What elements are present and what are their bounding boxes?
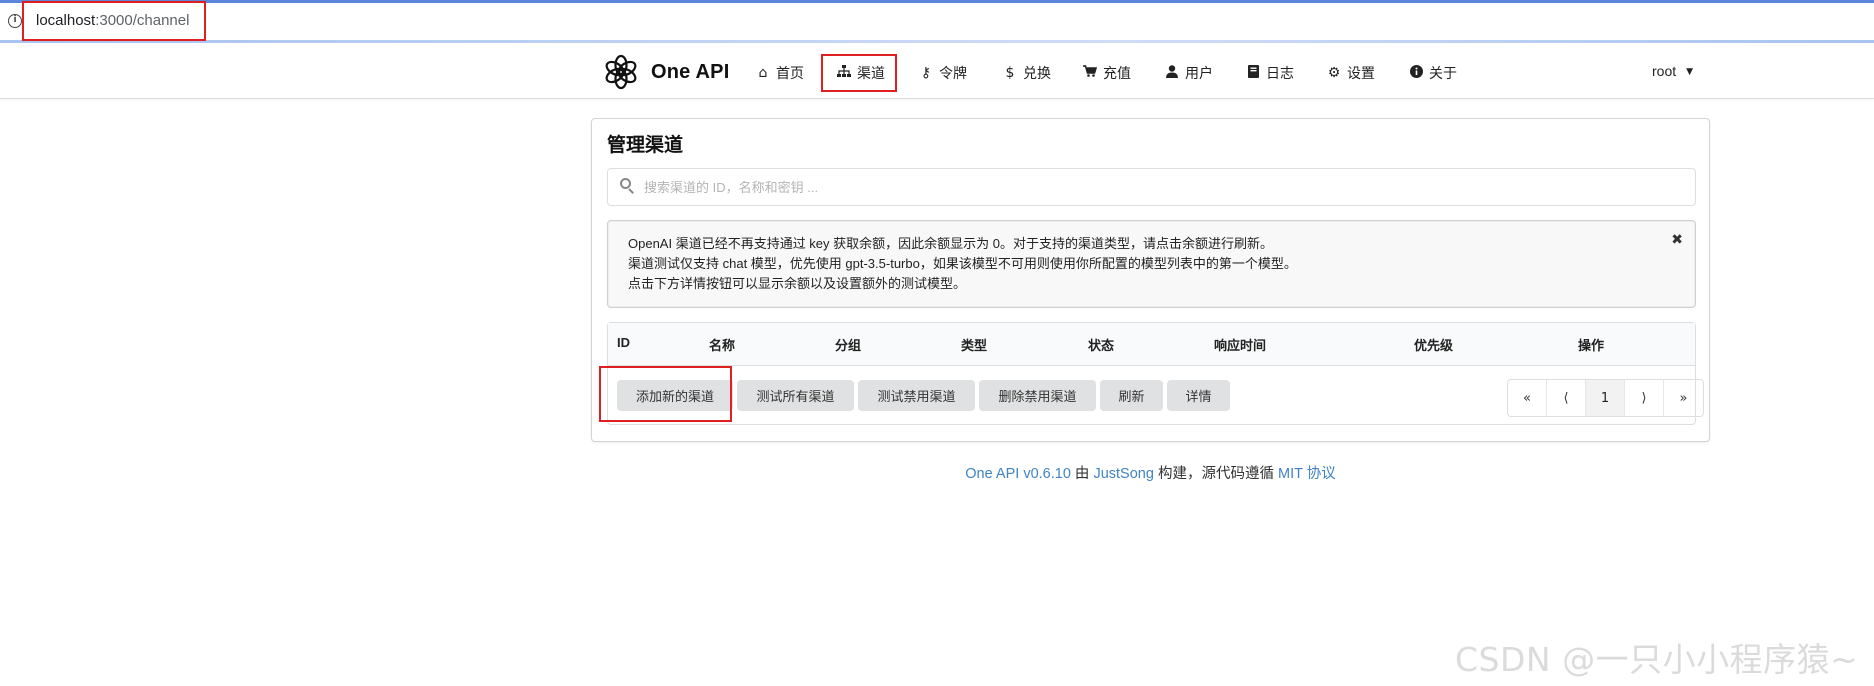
brand-name: One API [651, 60, 730, 83]
column-header-actions: 操作 [1578, 338, 1605, 353]
nav-label: 充值 [1103, 65, 1131, 81]
gear-icon: ⚙ [1327, 65, 1341, 81]
notice-line: 渠道测试仅支持 chat 模型，优先使用 gpt-3.5-turbo，如果该模型… [628, 256, 1297, 271]
column-header-id[interactable]: ID [617, 335, 630, 350]
footer-text: 构建，源代码遵循 [1153, 466, 1278, 482]
url-field[interactable]: localhost:3000/channel [36, 12, 189, 29]
search-box [607, 168, 1696, 206]
column-header-name[interactable]: 名称 [709, 335, 735, 354]
nav-item-user[interactable]: 用户 [1165, 63, 1213, 83]
notice-line: 点击下方详情按钮可以显示余额以及设置额外的测试模型。 [628, 276, 967, 291]
author-link[interactable]: JustSong [1093, 466, 1153, 482]
refresh-button[interactable]: 刷新 [1100, 380, 1163, 411]
sitemap-icon [837, 65, 851, 81]
key-icon: ⚷ [920, 65, 932, 81]
page-title: 管理渠道 [607, 135, 684, 156]
watermark: CSDN @一只小小程序猿~ [1455, 640, 1859, 679]
footer: One API v0.6.10 由 JustSong 构建，源代码遵循 MIT … [0, 462, 1874, 483]
nav-item-log[interactable]: 日志 [1246, 63, 1294, 83]
caret-down-icon: ▼ [1686, 67, 1694, 77]
nav-label: 令牌 [939, 65, 967, 81]
nav-label: 设置 [1347, 65, 1375, 81]
nav-label: 关于 [1429, 65, 1457, 81]
last-page-button[interactable]: » [1664, 380, 1703, 416]
book-icon [1246, 64, 1260, 82]
dollar-icon: $ [1005, 65, 1015, 81]
browser-address-bar: i localhost:3000/channel [0, 0, 1874, 43]
prev-page-button[interactable]: ⟨ [1547, 380, 1586, 416]
nav-item-about[interactable]: 关于 [1409, 63, 1457, 83]
home-icon: ⌂ [758, 65, 768, 81]
close-icon[interactable]: ✖ [1671, 232, 1683, 248]
username: root [1652, 63, 1677, 79]
column-header-response-time[interactable]: 响应时间 [1214, 335, 1266, 354]
search-input[interactable] [644, 169, 1684, 205]
cart-icon [1083, 65, 1098, 81]
version-link[interactable]: One API v0.6.10 [965, 466, 1071, 482]
pagination: « ⟨ 1 ⟩ » [1507, 379, 1704, 417]
nav-label: 首页 [776, 65, 804, 81]
delete-disabled-channels-button[interactable]: 删除禁用渠道 [979, 380, 1096, 411]
url-path: :3000/channel [95, 12, 190, 29]
user-icon [1165, 64, 1179, 82]
site-info-icon[interactable]: i [8, 14, 22, 28]
nav-item-topup[interactable]: 充值 [1083, 63, 1131, 83]
test-all-channels-button[interactable]: 测试所有渠道 [737, 380, 854, 411]
user-dropdown[interactable]: root ▼ [1652, 63, 1693, 79]
channel-management-card: 管理渠道 OpenAI 渠道已经不再支持通过 key 获取余额，因此余额显示为 … [591, 118, 1710, 442]
nav-label: 渠道 [857, 65, 885, 81]
details-button[interactable]: 详情 [1167, 380, 1230, 411]
next-page-button[interactable]: ⟩ [1625, 380, 1664, 416]
column-header-group[interactable]: 分组 [835, 335, 861, 354]
nav-item-home[interactable]: ⌂ 首页 [756, 63, 804, 83]
nav-label: 兑换 [1023, 65, 1051, 81]
nav-label: 日志 [1266, 65, 1294, 81]
url-host: localhost [36, 12, 96, 29]
search-icon [620, 178, 634, 194]
top-navbar: One API ⌂ 首页 渠道 ⚷ 令牌 $ 兑换 充值 用户 日志 ⚙ 设置 关于 [0, 46, 1874, 99]
nav-item-settings[interactable]: ⚙ 设置 [1327, 63, 1375, 83]
footer-text: 由 [1070, 466, 1094, 482]
brand[interactable]: One API [603, 54, 729, 90]
test-disabled-channels-button[interactable]: 测试禁用渠道 [858, 380, 975, 411]
channel-table: ID 名称 分组 类型 状态 响应时间 优先级 操作 添加新的渠道 测试所有渠道… [607, 322, 1704, 425]
first-page-button[interactable]: « [1508, 380, 1547, 416]
column-header-status[interactable]: 状态 [1088, 335, 1114, 354]
add-channel-button[interactable]: 添加新的渠道 [617, 380, 733, 411]
nav-item-channel[interactable]: 渠道 [837, 63, 885, 83]
info-notice: OpenAI 渠道已经不再支持通过 key 获取余额，因此余额显示为 0。对于支… [607, 220, 1696, 308]
table-header: ID 名称 分组 类型 状态 响应时间 优先级 操作 [608, 323, 1695, 366]
column-header-priority[interactable]: 优先级 [1414, 335, 1453, 354]
page-1-button[interactable]: 1 [1586, 380, 1625, 416]
nav-item-redeem[interactable]: $ 兑换 [1003, 63, 1051, 83]
nav-item-token[interactable]: ⚷ 令牌 [919, 63, 967, 83]
notice-line: OpenAI 渠道已经不再支持通过 key 获取余额，因此余额显示为 0。对于支… [628, 236, 1273, 251]
info-icon [1409, 64, 1423, 82]
license-link[interactable]: MIT 协议 [1278, 466, 1336, 482]
openai-logo-icon [605, 54, 637, 90]
nav-label: 用户 [1185, 65, 1213, 81]
column-header-type[interactable]: 类型 [961, 335, 987, 354]
